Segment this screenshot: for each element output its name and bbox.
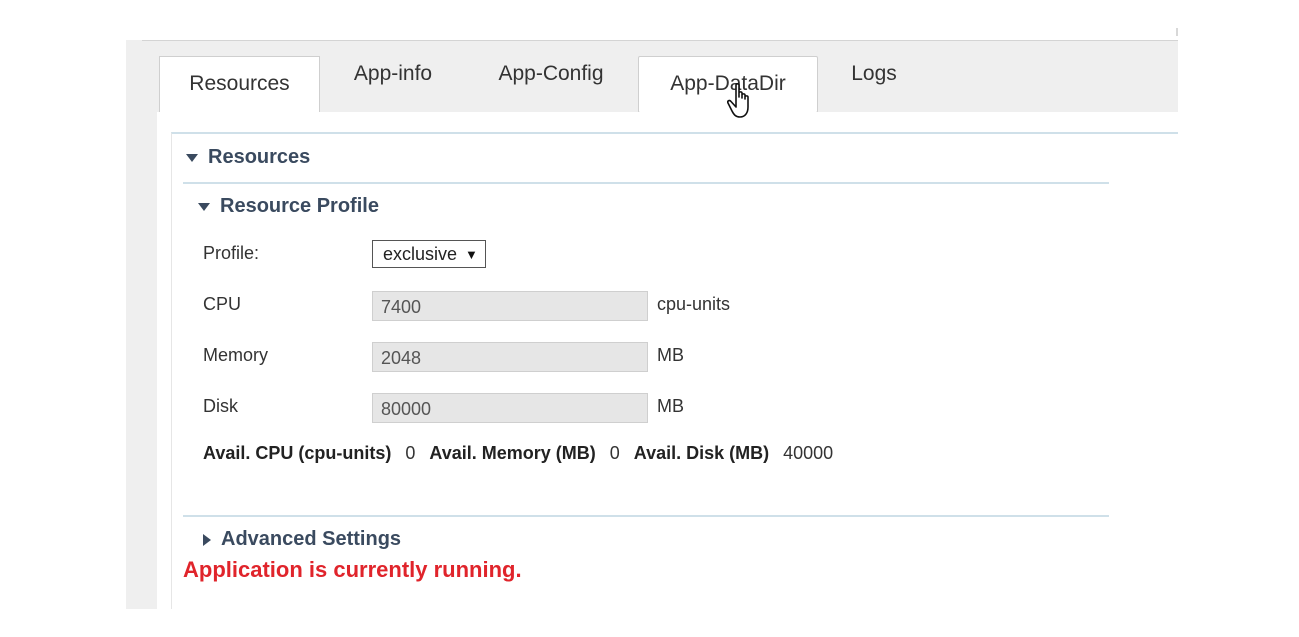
memory-unit: MB xyxy=(657,345,684,365)
edge-marker xyxy=(1176,28,1178,36)
avail-memory-value: 0 xyxy=(609,443,620,463)
tab-resources[interactable]: Resources xyxy=(159,56,320,113)
triangle-down-icon xyxy=(198,202,210,211)
disk-field: 80000 xyxy=(372,393,648,423)
tab-logs[interactable]: Logs xyxy=(834,47,914,101)
cpu-label: CPU xyxy=(203,294,242,314)
advanced-settings-header[interactable]: Advanced Settings xyxy=(203,528,401,551)
resource-profile-title: Resource Profile xyxy=(220,195,379,217)
running-status-message: Application is currently running. xyxy=(183,557,522,582)
avail-disk-label: Avail. Disk (MB) xyxy=(633,443,770,463)
caret-down-icon: ▼ xyxy=(465,246,478,262)
memory-label: Memory xyxy=(203,345,269,365)
resource-profile-header[interactable]: Resource Profile xyxy=(198,195,379,218)
tab-app-info[interactable]: App-info xyxy=(333,47,453,101)
avail-cpu-label: Avail. CPU (cpu-units) xyxy=(203,443,392,463)
avail-memory-label: Avail. Memory (MB) xyxy=(429,443,596,463)
triangle-right-icon xyxy=(203,533,211,546)
hand-pointer-icon xyxy=(727,83,749,118)
profile-select[interactable]: exclusive ▼ xyxy=(372,240,486,268)
advanced-divider xyxy=(183,515,1109,517)
memory-field: 2048 xyxy=(372,342,648,372)
disk-unit: MB xyxy=(657,396,684,416)
triangle-down-icon xyxy=(186,153,198,162)
disk-label: Disk xyxy=(203,396,238,416)
panel-top-border xyxy=(142,40,1178,41)
tab-app-config[interactable]: App-Config xyxy=(481,47,621,101)
avail-disk-value: 40000 xyxy=(783,443,834,463)
availability-summary: Avail. CPU (cpu-units) 0 Avail. Memory (MB… xyxy=(203,443,847,464)
profile-select-value: exclusive xyxy=(383,243,458,264)
profile-label: Profile: xyxy=(203,243,260,263)
cpu-field: 7400 xyxy=(372,291,648,321)
cpu-unit: cpu-units xyxy=(657,294,731,314)
resources-divider xyxy=(183,182,1109,184)
advanced-settings-title: Advanced Settings xyxy=(221,528,402,550)
avail-cpu-value: 0 xyxy=(405,443,416,463)
resources-section-header[interactable]: Resources xyxy=(186,146,310,169)
resources-section-title: Resources xyxy=(208,146,311,168)
